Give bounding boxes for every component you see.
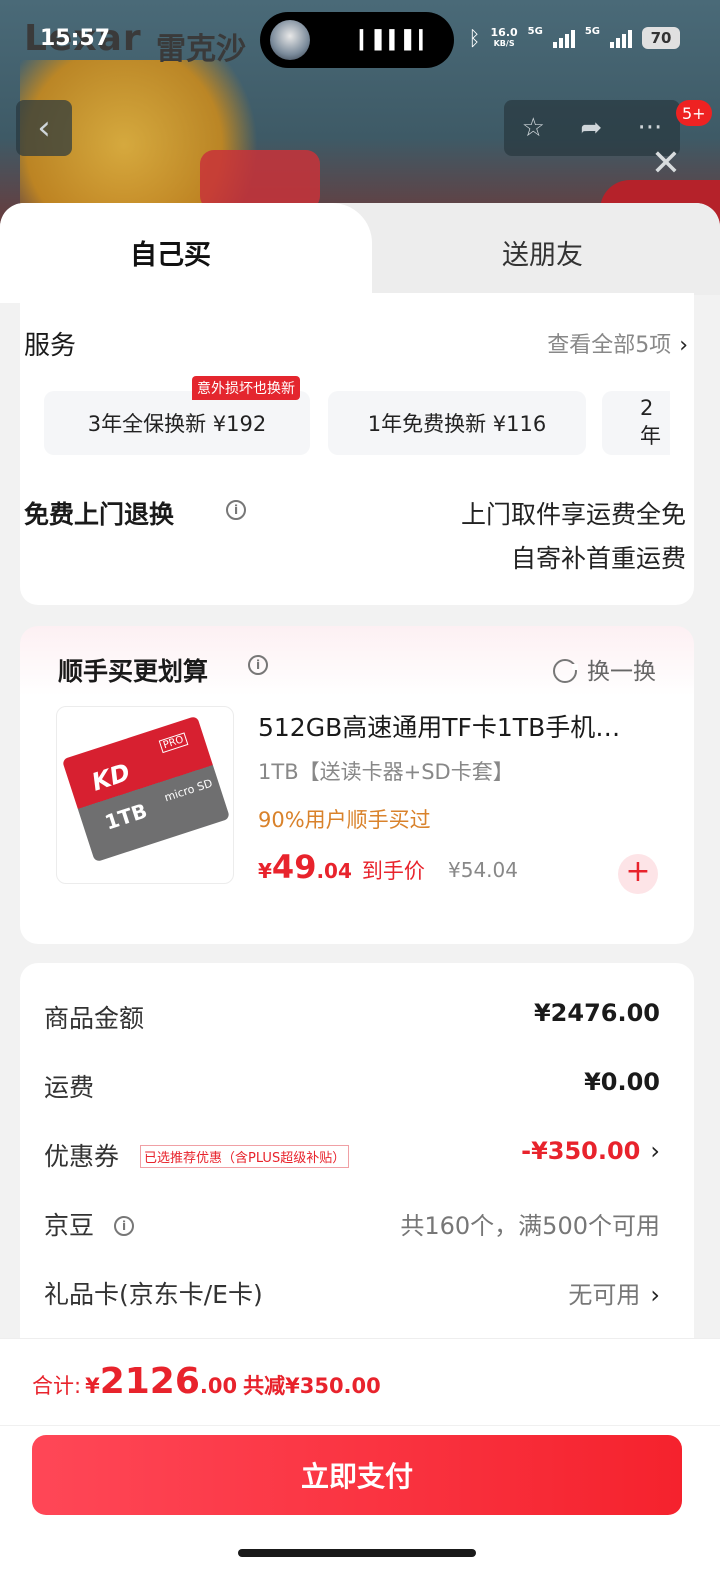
total-saved: 共减¥350.00	[243, 1374, 381, 1398]
bluetooth-icon: ᛒ	[468, 26, 481, 50]
notify-badge: 5+	[676, 100, 712, 126]
purchase-tabs: 自己买 送朋友	[0, 203, 720, 303]
summary-row-coupon[interactable]: 优惠券 已选推荐优惠（含PLUS超级补贴） -¥350.00 ›	[44, 1137, 660, 1177]
sd-capacity: 1TB	[101, 798, 151, 835]
sd-brand: KD	[88, 757, 134, 797]
summary-row-giftcard[interactable]: 礼品卡(京东卡/E卡) 无可用 ›	[44, 1275, 660, 1315]
product-spec: 1TB【送读卡器+SD卡套】	[258, 760, 514, 784]
total-symbol: ¥	[85, 1374, 100, 1398]
upsell-title: 顺手买更划算	[58, 657, 209, 686]
service-chip-badge: 意外损坏也换新	[192, 376, 300, 400]
summary-value: -¥350.00 ›	[521, 1137, 660, 1165]
network-type-1: 5G	[527, 26, 543, 37]
product-social-proof: 90%用户顺手买过	[258, 808, 431, 832]
summary-value: 无可用 ›	[568, 1275, 660, 1310]
upsell-card: 顺手买更划算 i 换一换 KD PRO 1TB micro SD 512GB高速…	[20, 626, 694, 944]
giftcard-status: 无可用	[568, 1281, 641, 1309]
chevron-right-icon: ›	[679, 333, 688, 358]
island-avatar	[270, 20, 310, 60]
services-view-all-label: 查看全部5项	[547, 333, 672, 358]
home-indicator[interactable]	[238, 1549, 476, 1557]
price-int: 49	[271, 848, 317, 886]
return-pickup-info: 上门取件享运费全免	[460, 500, 686, 529]
status-time: 15:57	[40, 26, 111, 51]
product-name[interactable]: 512GB高速通用TF卡1TB手机…	[258, 708, 620, 744]
summary-label: 优惠券	[44, 1142, 120, 1171]
total-dec: .00	[199, 1374, 238, 1398]
sd-pro: PRO	[158, 732, 189, 754]
service-chip-2yr[interactable]: 2年	[602, 391, 670, 455]
service-chip-1yr[interactable]: 1年免费换新 ¥116	[328, 391, 586, 455]
tab-gift-friend[interactable]: 送朋友	[502, 233, 583, 272]
brand-logo-cn: 雷克沙	[156, 32, 246, 67]
coupon-amount: -¥350.00	[521, 1137, 641, 1165]
pay-now-button[interactable]: 立即支付	[32, 1435, 682, 1515]
signal-icon-2	[610, 28, 632, 48]
services-title: 服务	[24, 331, 77, 361]
price-dec: .04	[316, 859, 352, 883]
price-symbol: ¥	[258, 859, 272, 883]
more-icon[interactable]: ···	[638, 113, 663, 143]
promo-banner-art-2	[200, 150, 320, 210]
chevron-right-icon: ›	[650, 1137, 660, 1165]
signal-icon	[552, 28, 575, 48]
order-summary-card: 商品金额 ¥2476.00 运费 ¥0.00 优惠券 已选推荐优惠（含PLUS超…	[20, 963, 694, 1363]
summary-row-beans: 京豆 i 共160个，满500个可用	[44, 1206, 660, 1246]
summary-label: 运费	[44, 1073, 95, 1102]
summary-label: 商品金额	[44, 1004, 145, 1033]
star-icon[interactable]: ☆	[522, 113, 545, 143]
original-price: ¥54.04	[448, 858, 518, 882]
free-return-title: 免费上门退换	[24, 500, 175, 529]
dynamic-island: ▎▌▍▌▎	[260, 12, 454, 68]
total-label: 合计:	[32, 1374, 82, 1398]
info-icon[interactable]: i	[248, 655, 268, 675]
battery-icon: 70	[642, 27, 680, 49]
network-type-2: 5G	[584, 26, 600, 37]
summary-value: ¥0.00	[584, 1068, 660, 1096]
refresh-icon	[553, 659, 578, 683]
info-icon[interactable]: i	[114, 1216, 134, 1236]
summary-row-shipping: 运费 ¥0.00	[44, 1068, 660, 1108]
total-int: 2126	[99, 1361, 200, 1402]
chevron-right-icon: ›	[650, 1281, 660, 1309]
service-chip-3yr[interactable]: 3年全保换新 ¥192	[44, 391, 310, 455]
summary-value: ¥2476.00	[533, 999, 660, 1027]
summary-label: 京豆	[44, 1211, 95, 1240]
services-view-all[interactable]: 查看全部5项 ›	[547, 327, 688, 359]
checkout-sheet: 自己买 送朋友 服务 查看全部5项 › 3年全保换新 ¥192 意外损坏也换新 1…	[0, 203, 720, 1584]
order-total: 合计: ¥2126.00 共减¥350.00	[32, 1361, 381, 1402]
product-image[interactable]: KD PRO 1TB micro SD	[56, 706, 234, 884]
back-icon[interactable]: ‹	[16, 100, 72, 156]
share-icon[interactable]: ➦	[580, 113, 602, 143]
price-tag: 到手价	[361, 859, 425, 883]
summary-label: 礼品卡(京东卡/E卡)	[44, 1280, 263, 1309]
divider	[0, 1425, 720, 1426]
product-price: ¥49.04 到手价	[258, 848, 425, 886]
close-icon[interactable]: ✕	[648, 146, 684, 182]
info-icon[interactable]: i	[226, 500, 246, 520]
audio-wave-icon: ▎▌▍▌▎	[359, 30, 434, 51]
plus-icon[interactable]: +	[618, 854, 658, 894]
return-self-ship-info: 自寄补首重运费	[510, 544, 686, 573]
coupon-tag: 已选推荐优惠（含PLUS超级补贴）	[140, 1145, 350, 1168]
sd-type: micro SD	[162, 776, 215, 805]
speed-value: 16.0	[490, 26, 518, 39]
network-speed: 16.0 KB/S	[491, 27, 518, 49]
summary-row-goods: 商品金额 ¥2476.00	[44, 999, 660, 1039]
sd-card-graphic: KD PRO 1TB micro SD	[61, 715, 231, 863]
summary-value: 共160个，满500个可用	[400, 1212, 660, 1240]
swap-button[interactable]: 换一换	[553, 652, 656, 686]
swap-label: 换一换	[587, 659, 656, 685]
speed-unit: KB/S	[493, 39, 515, 48]
status-icons: ᛒ 16.0 KB/S 5G 5G 70	[469, 26, 680, 50]
pay-bar: 合计: ¥2126.00 共减¥350.00 立即支付	[0, 1338, 720, 1584]
tab-buy-self[interactable]: 自己买	[130, 233, 211, 272]
